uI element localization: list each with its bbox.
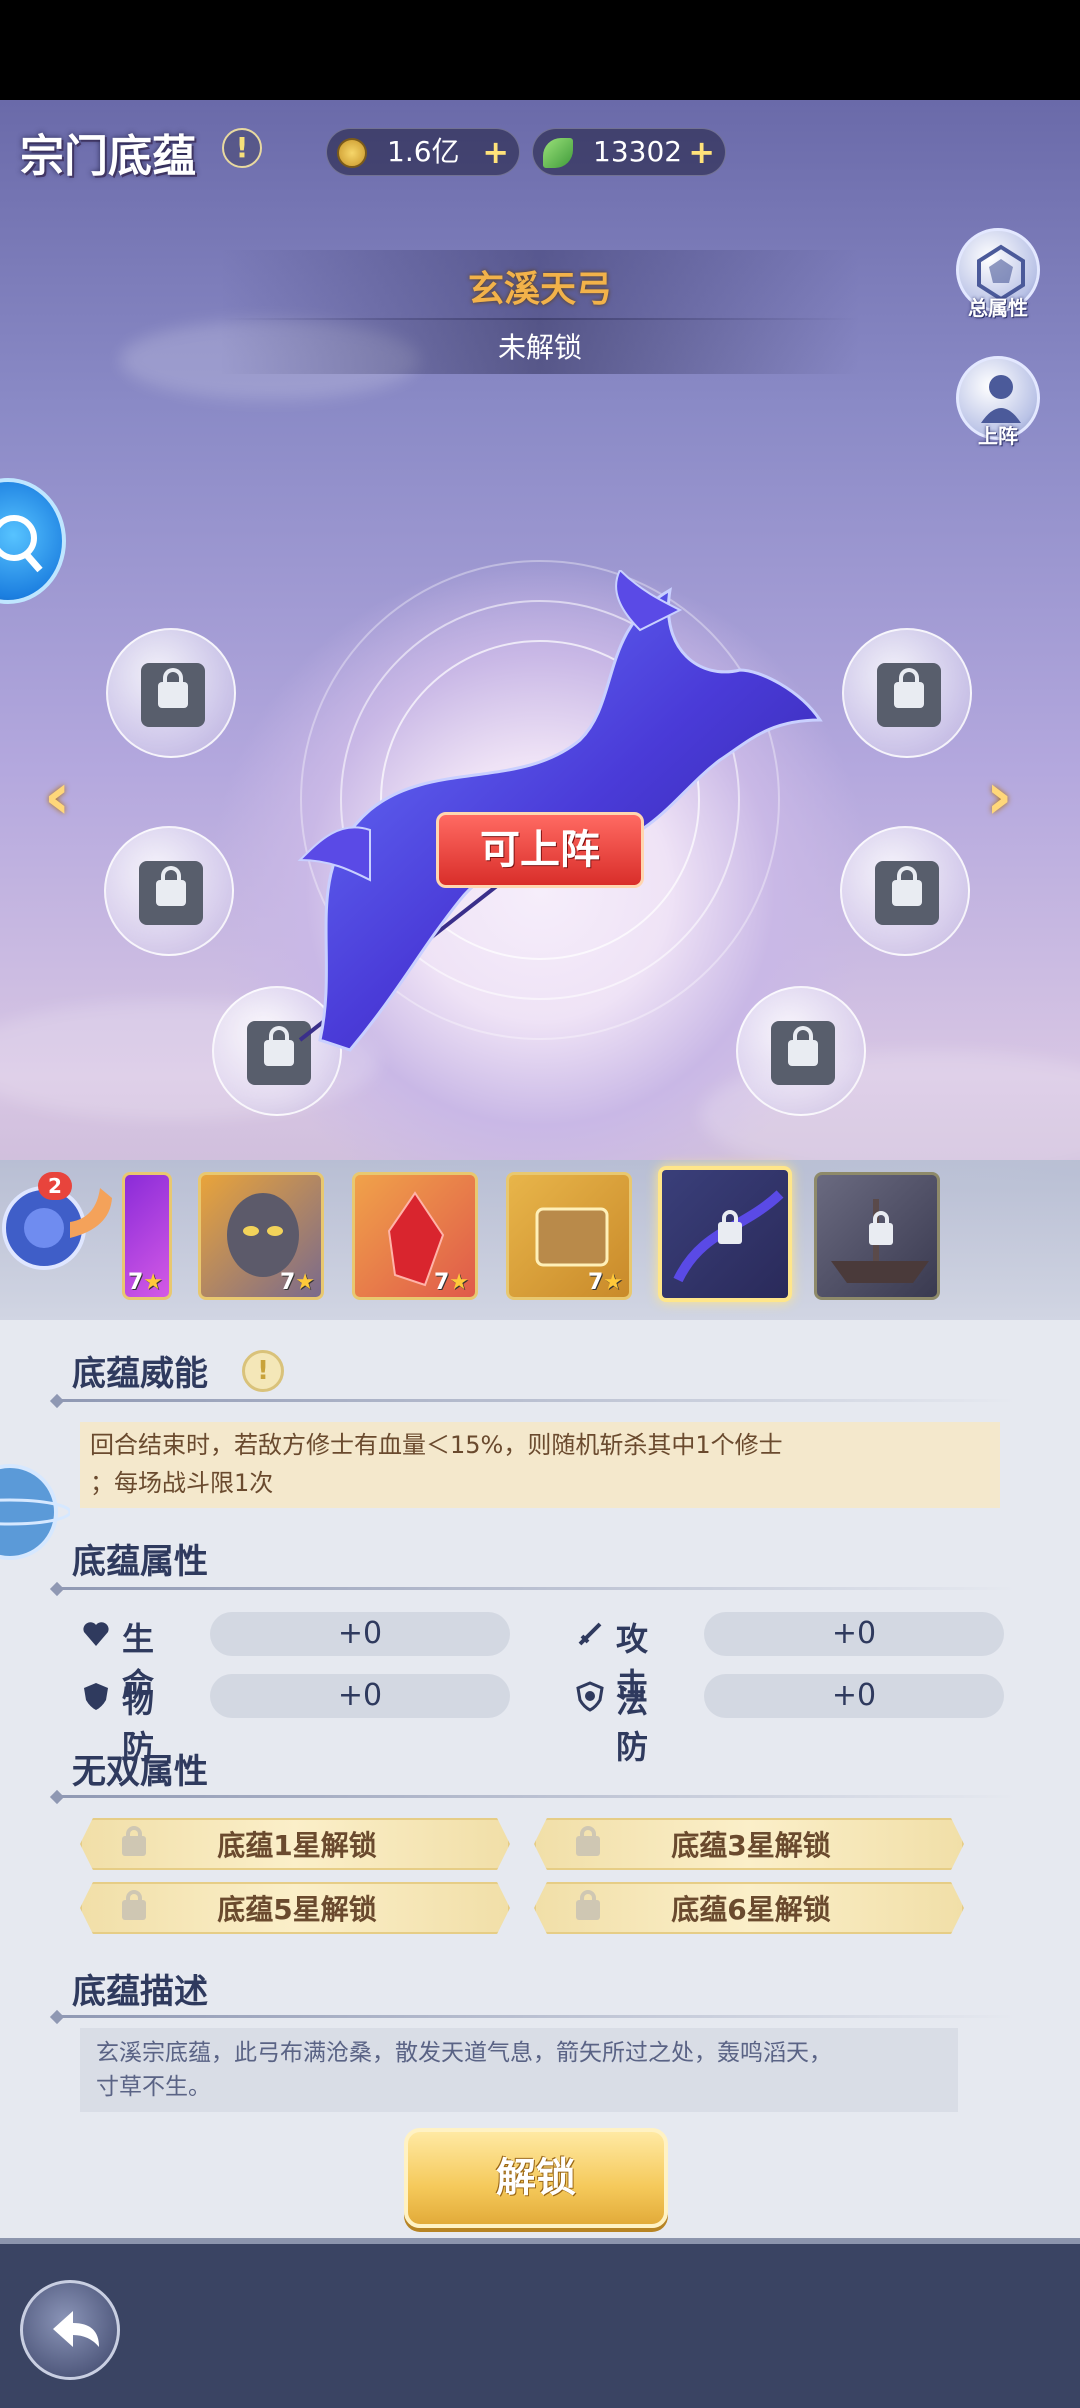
lock-icon (156, 880, 186, 906)
heart-icon (83, 1622, 109, 1646)
coin-value: 1.6亿 (387, 135, 460, 168)
card-star-count: 7★ (279, 1270, 315, 1295)
add-coin-button[interactable]: + (482, 129, 509, 175)
next-arrow-button[interactable]: › (986, 760, 1012, 834)
footer-divider (0, 2238, 1080, 2244)
locked-slot-left-middle[interactable] (104, 826, 234, 956)
sword-icon (578, 1622, 602, 1646)
page-title: 宗门底蕴 (20, 131, 196, 182)
section-divider (56, 1587, 1016, 1590)
lock-icon (892, 880, 922, 906)
item-card-5-selected[interactable] (658, 1166, 792, 1302)
card-star-count: 7★ (127, 1270, 163, 1295)
power-section-title: 底蕴威能 (72, 1354, 208, 1394)
coin-icon (337, 138, 367, 168)
search-bubble-button[interactable] (0, 478, 66, 604)
unique-section-title: 无双属性 (72, 1752, 208, 1792)
unique-star6-lock: 底蕴6星解锁 (534, 1882, 964, 1934)
item-card-3[interactable]: 7★ (352, 1172, 478, 1300)
stat-attack-value: +0 (704, 1612, 1004, 1656)
jade-value: 13302 (593, 135, 683, 168)
prev-arrow-button[interactable]: ‹ (44, 760, 70, 834)
stat-pdef-value: +0 (210, 1674, 510, 1718)
lock-icon (869, 1223, 893, 1245)
description-line-2: 寸草不生。 (96, 2074, 211, 2100)
card-star-count: 7★ (587, 1270, 623, 1295)
planet-icon[interactable] (0, 1452, 70, 1572)
locked-slot-right-top[interactable] (842, 628, 972, 758)
item-status: 未解锁 (497, 331, 582, 364)
status-bar (0, 0, 1080, 100)
coin-counter: 1.6亿 + (326, 128, 520, 176)
attributes-section-title: 底蕴属性 (72, 1542, 208, 1582)
add-jade-button[interactable]: + (688, 129, 715, 175)
title-help-icon[interactable]: ! (222, 128, 262, 168)
leaf-icon (543, 138, 573, 168)
card-star-count: 7★ (433, 1270, 469, 1295)
jade-counter: 13302 + (532, 128, 726, 176)
power-text-line-2: ；每场战斗限1次 (90, 1469, 274, 1497)
item-name: 玄溪天弓 (467, 269, 612, 310)
section-divider (56, 1795, 1016, 1798)
item-card-4[interactable]: 7★ (506, 1172, 632, 1300)
unique-star1-text: 底蕴1星解锁 (217, 1829, 377, 1862)
stat-mdef-value: +0 (704, 1674, 1004, 1718)
notification-badge: 2 (38, 1172, 72, 1200)
deploy-badge: 可上阵 (436, 812, 644, 888)
section-divider (56, 2015, 1016, 2018)
back-arrow-icon (53, 2311, 99, 2347)
stat-mdef-label: 法防 (616, 1682, 649, 1766)
unlock-button[interactable]: 解锁 (404, 2128, 668, 2228)
lock-icon (718, 1222, 742, 1244)
locked-slot-left-top[interactable] (106, 628, 236, 758)
locked-slot-right-middle[interactable] (840, 826, 970, 956)
description-line-1: 玄溪宗底蕴，此弓布满沧桑，散发天道气息，箭矢所过之处，轰鸣滔天， (96, 2040, 832, 2066)
unique-star3-lock: 底蕴3星解锁 (534, 1818, 964, 1870)
magic-shield-icon (576, 1681, 604, 1712)
back-button[interactable] (20, 2280, 120, 2380)
power-help-icon[interactable]: ! (242, 1350, 284, 1392)
unique-star6-text: 底蕴6星解锁 (671, 1893, 831, 1926)
power-description: 回合结束时，若敌方修士有血量＜15%，则随机斩杀其中1个修士 ；每场战斗限1次 (80, 1422, 1000, 1508)
item-card-1[interactable]: 7★ (122, 1172, 172, 1300)
unique-star5-text: 底蕴5星解锁 (217, 1893, 377, 1926)
shield-icon (84, 1683, 108, 1710)
total-attributes-label: 总属性 (968, 296, 1028, 320)
item-card-2[interactable]: 7★ (198, 1172, 324, 1300)
section-divider (56, 1399, 1016, 1402)
item-description: 玄溪宗底蕴，此弓布满沧桑，散发天道气息，箭矢所过之处，轰鸣滔天， 寸草不生。 (80, 2028, 958, 2112)
power-text-line-1: 回合结束时，若敌方修士有血量＜15%，则随机斩杀其中1个修士 (90, 1431, 783, 1459)
stat-hp-value: +0 (210, 1612, 510, 1656)
unique-star1-lock: 底蕴1星解锁 (80, 1818, 510, 1870)
unique-star3-text: 底蕴3星解锁 (671, 1829, 831, 1862)
search-icon (0, 515, 43, 573)
lock-icon (894, 682, 924, 708)
lock-icon (158, 682, 188, 708)
item-card-6[interactable] (814, 1172, 940, 1300)
deploy-side-label: 上阵 (978, 424, 1018, 448)
description-section-title: 底蕴描述 (72, 1972, 208, 2012)
unique-star5-lock: 底蕴5星解锁 (80, 1882, 510, 1934)
